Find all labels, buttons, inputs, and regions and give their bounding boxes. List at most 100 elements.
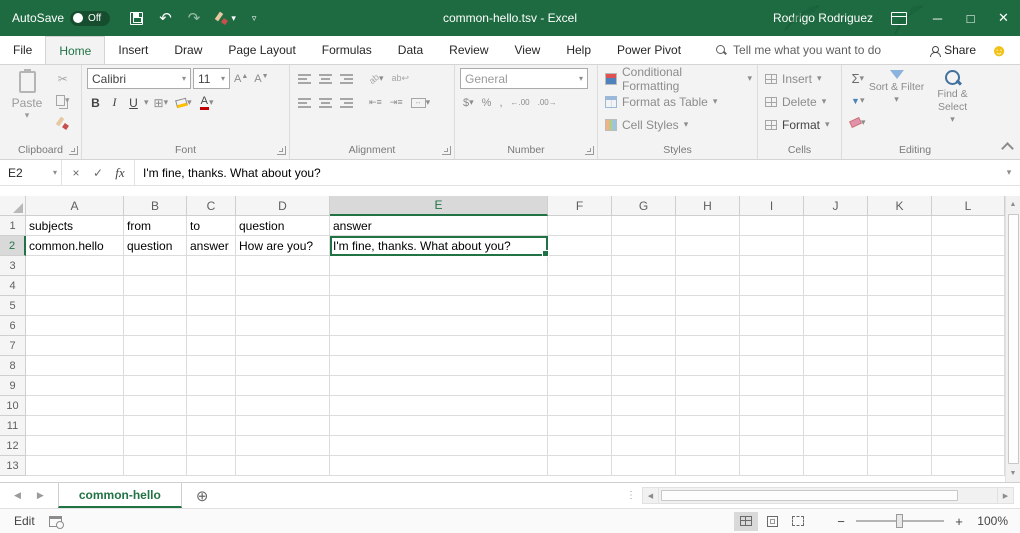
cell-H11[interactable]	[676, 416, 740, 436]
sheet-tab-common-hello[interactable]: common-hello	[58, 483, 182, 508]
cell-L8[interactable]	[932, 356, 1005, 376]
number-format-combo[interactable]: General ▾	[460, 68, 588, 89]
previous-sheet-icon[interactable]: ◀	[14, 490, 21, 501]
column-header-E[interactable]: E	[330, 196, 548, 216]
close-button[interactable]: ✕	[987, 0, 1020, 36]
row-header-8[interactable]: 8	[0, 356, 26, 376]
row-header-7[interactable]: 7	[0, 336, 26, 356]
undo-icon[interactable]: ↶	[159, 11, 172, 26]
vertical-scrollbar[interactable]: ▲ ▼	[1005, 196, 1020, 482]
tab-view[interactable]: View	[502, 36, 554, 64]
cell-C6[interactable]	[187, 316, 236, 336]
row-header-11[interactable]: 11	[0, 416, 26, 436]
orientation-icon[interactable]: ab▾	[366, 68, 387, 89]
cell-C7[interactable]	[187, 336, 236, 356]
cell-F9[interactable]	[548, 376, 612, 396]
cell-J13[interactable]	[804, 456, 868, 476]
cell-D3[interactable]	[236, 256, 330, 276]
cell-D2[interactable]: How are you?	[236, 236, 330, 256]
scroll-up-icon[interactable]: ▲	[1006, 196, 1020, 213]
format-as-table-button[interactable]: Format as Table ▾	[603, 91, 752, 112]
ribbon-display-options-icon[interactable]	[891, 12, 907, 25]
cell-D7[interactable]	[236, 336, 330, 356]
cell-L2[interactable]	[932, 236, 1005, 256]
name-box[interactable]: E2 ▾	[0, 160, 62, 185]
cell-C11[interactable]	[187, 416, 236, 436]
cell-I3[interactable]	[740, 256, 804, 276]
scroll-left-icon[interactable]: ◀	[642, 487, 659, 504]
cut-icon[interactable]: ✂	[53, 68, 73, 89]
tab-formulas[interactable]: Formulas	[309, 36, 385, 64]
decrease-indent-icon[interactable]: ⇤≡	[366, 92, 385, 113]
comma-style-icon[interactable]: ,	[496, 92, 505, 113]
tab-page-layout[interactable]: Page Layout	[215, 36, 308, 64]
zoom-out-icon[interactable]: −	[834, 514, 848, 529]
cell-H3[interactable]	[676, 256, 740, 276]
cell-H9[interactable]	[676, 376, 740, 396]
align-middle-icon[interactable]	[316, 68, 335, 89]
cell-J10[interactable]	[804, 396, 868, 416]
borders-icon[interactable]: ⊞▾	[151, 92, 172, 113]
cell-E12[interactable]	[330, 436, 548, 456]
bold-button[interactable]: B	[87, 93, 104, 113]
cell-E10[interactable]	[330, 396, 548, 416]
tab-review[interactable]: Review	[436, 36, 501, 64]
cell-D13[interactable]	[236, 456, 330, 476]
cell-A9[interactable]	[26, 376, 124, 396]
wrap-text-icon[interactable]: ab↩	[389, 68, 413, 89]
cell-F8[interactable]	[548, 356, 612, 376]
cell-H4[interactable]	[676, 276, 740, 296]
cell-C13[interactable]	[187, 456, 236, 476]
row-header-5[interactable]: 5	[0, 296, 26, 316]
formula-input[interactable]: I'm fine, thanks. What about you?	[135, 160, 998, 185]
cell-I1[interactable]	[740, 216, 804, 236]
cell-E1[interactable]: answer	[330, 216, 548, 236]
cell-F1[interactable]	[548, 216, 612, 236]
cell-I11[interactable]	[740, 416, 804, 436]
underline-button[interactable]: U	[125, 93, 142, 113]
cell-G6[interactable]	[612, 316, 676, 336]
page-layout-view-button[interactable]	[760, 512, 784, 531]
cell-I2[interactable]	[740, 236, 804, 256]
cell-H7[interactable]	[676, 336, 740, 356]
column-header-H[interactable]: H	[676, 196, 740, 216]
cell-I8[interactable]	[740, 356, 804, 376]
redo-icon[interactable]: ↷	[188, 11, 201, 26]
font-name-combo[interactable]: Calibri ▾	[87, 68, 191, 89]
column-header-G[interactable]: G	[612, 196, 676, 216]
cell-B2[interactable]: question	[124, 236, 187, 256]
find-select-button[interactable]: Find & Select ▾	[925, 68, 981, 141]
cell-E2[interactable]: I'm fine, thanks. What about you?	[330, 236, 548, 256]
cell-G3[interactable]	[612, 256, 676, 276]
row-header-13[interactable]: 13	[0, 456, 26, 476]
alignment-dialog-launcher-icon[interactable]	[442, 146, 451, 155]
cell-J9[interactable]	[804, 376, 868, 396]
zoom-level[interactable]: 100%	[974, 514, 1008, 528]
share-button[interactable]: Share	[930, 43, 976, 57]
cell-K4[interactable]	[868, 276, 932, 296]
cell-A4[interactable]	[26, 276, 124, 296]
cell-L12[interactable]	[932, 436, 1005, 456]
cell-B4[interactable]	[124, 276, 187, 296]
cell-C12[interactable]	[187, 436, 236, 456]
insert-cells-button[interactable]: Insert ▾	[763, 68, 836, 89]
cell-C9[interactable]	[187, 376, 236, 396]
cell-D5[interactable]	[236, 296, 330, 316]
cell-F2[interactable]	[548, 236, 612, 256]
cell-B12[interactable]	[124, 436, 187, 456]
copy-icon[interactable]: ▾	[53, 90, 73, 111]
percent-style-icon[interactable]: %	[479, 92, 495, 113]
cell-D8[interactable]	[236, 356, 330, 376]
tab-power-pivot[interactable]: Power Pivot	[604, 36, 694, 64]
align-center-icon[interactable]	[316, 92, 335, 113]
cell-A6[interactable]	[26, 316, 124, 336]
cell-K5[interactable]	[868, 296, 932, 316]
select-all-corner[interactable]	[0, 196, 26, 216]
column-header-J[interactable]: J	[804, 196, 868, 216]
align-bottom-icon[interactable]	[337, 68, 356, 89]
accounting-format-icon[interactable]: $▾	[460, 92, 477, 113]
increase-indent-icon[interactable]: ⇥≡	[387, 92, 406, 113]
cell-A1[interactable]: subjects	[26, 216, 124, 236]
next-sheet-icon[interactable]: ▶	[37, 490, 44, 501]
column-header-B[interactable]: B	[124, 196, 187, 216]
